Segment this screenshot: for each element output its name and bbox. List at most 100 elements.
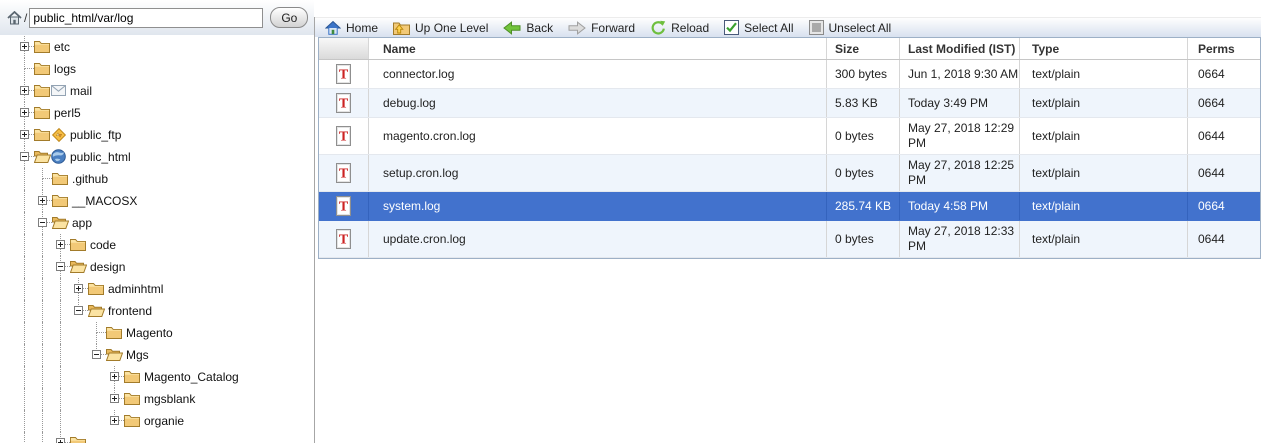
toolbar-button-back[interactable]: Back bbox=[503, 21, 553, 35]
expand-icon[interactable] bbox=[56, 240, 65, 249]
closed-folder-icon bbox=[124, 392, 140, 405]
file-row-setup.cron.log[interactable]: Tsetup.cron.log 0 bytes May 27, 2018 12:25… bbox=[319, 155, 1260, 192]
tree-item-__MACOSX[interactable]: __MACOSX bbox=[0, 190, 313, 212]
tree-item-frontend[interactable]: frontend bbox=[0, 300, 313, 322]
tree-guide-line bbox=[24, 344, 25, 366]
tree-item-app[interactable]: app bbox=[0, 212, 313, 234]
file-perms-cell: 0664 bbox=[1188, 60, 1260, 88]
tree-item-label: Magento bbox=[126, 326, 173, 340]
tree-item-mgsblank[interactable]: mgsblank bbox=[0, 388, 313, 410]
expand-icon[interactable] bbox=[20, 130, 29, 139]
file-modified: Today 4:58 PM bbox=[908, 198, 989, 213]
file-icon-cell: T bbox=[319, 89, 369, 117]
tree-guide-line bbox=[42, 178, 52, 179]
up-one-level-icon bbox=[393, 20, 411, 35]
file-type-cell: text/plain bbox=[1020, 221, 1188, 257]
tree-item-Mgs[interactable]: Mgs bbox=[0, 344, 313, 366]
file-perms-cell: 0644 bbox=[1188, 118, 1260, 154]
file-name-cell: connector.log bbox=[369, 60, 827, 88]
file-row-magento.cron.log[interactable]: Tmagento.cron.log 0 bytes May 27, 2018 12:… bbox=[319, 118, 1260, 155]
tree-guide-line bbox=[42, 366, 43, 388]
path-input[interactable] bbox=[29, 7, 264, 28]
tree-item-public_ftp[interactable]: public_ftp bbox=[0, 124, 313, 146]
file-type: text/plain bbox=[1032, 232, 1081, 246]
collapse-icon[interactable] bbox=[38, 218, 47, 227]
expand-icon[interactable] bbox=[20, 42, 29, 51]
expand-icon[interactable] bbox=[110, 416, 119, 425]
file-type: text/plain bbox=[1032, 199, 1081, 213]
go-button[interactable]: Go bbox=[270, 7, 309, 28]
tree-item-label: public_ftp bbox=[70, 128, 122, 142]
svg-text:T: T bbox=[339, 68, 349, 83]
tree-item-mail[interactable]: mail bbox=[0, 80, 313, 102]
tree-item-label: Magento_Catalog bbox=[144, 370, 239, 384]
tree-guide-line bbox=[60, 278, 61, 300]
toolbar-button-home[interactable]: Home bbox=[324, 20, 378, 35]
file-modified-cell: Today 4:58 PM bbox=[900, 192, 1020, 220]
expand-icon[interactable] bbox=[38, 196, 47, 205]
collapse-icon[interactable] bbox=[74, 306, 83, 315]
tree-guide-line bbox=[24, 300, 25, 322]
table-header-row: Name Size Last Modified (IST) Type Perms bbox=[319, 38, 1260, 60]
tree-guide-line bbox=[42, 410, 43, 432]
toolbar-button-reload[interactable]: Reload bbox=[650, 20, 709, 36]
file-row-system.log[interactable]: Tsystem.log 285.74 KB Today 4:58 PM text/pl… bbox=[319, 192, 1260, 221]
expand-icon[interactable] bbox=[20, 86, 29, 95]
expand-icon[interactable] bbox=[74, 284, 83, 293]
toolbar: Home Up One Level Back Forward Reload Select … bbox=[315, 17, 1261, 37]
column-header-perms[interactable]: Perms bbox=[1188, 38, 1260, 59]
file-row-debug.log[interactable]: Tdebug.log 5.83 KB Today 3:49 PM text/plain… bbox=[319, 89, 1260, 118]
toolbar-button-select-all[interactable]: Select All bbox=[724, 20, 794, 35]
expand-icon[interactable] bbox=[20, 108, 29, 117]
toolbar-button-forward[interactable]: Forward bbox=[568, 21, 635, 35]
file-row-connector.log[interactable]: Tconnector.log 300 bytes Jun 1, 2018 9:30 … bbox=[319, 60, 1260, 89]
tree-guide-line bbox=[24, 410, 25, 432]
text-file-icon: T bbox=[335, 163, 352, 183]
tree-item-logs[interactable]: logs bbox=[0, 58, 313, 80]
file-name-cell: magento.cron.log bbox=[369, 118, 827, 154]
unselect-all-icon bbox=[808, 20, 824, 35]
mail-icon bbox=[51, 85, 66, 96]
pane-divider[interactable] bbox=[314, 17, 315, 443]
tree-item-etc[interactable]: etc bbox=[0, 36, 313, 58]
tree-item-Magento_Catalog[interactable]: Magento_Catalog bbox=[0, 366, 313, 388]
tree-item-label: Mgs bbox=[126, 348, 149, 362]
file-icon-cell: T bbox=[319, 60, 369, 88]
expand-icon[interactable] bbox=[110, 372, 119, 381]
column-header-icon[interactable] bbox=[319, 38, 369, 59]
tree-guide-line bbox=[24, 256, 25, 278]
toolbar-button-up-one-level[interactable]: Up One Level bbox=[393, 20, 488, 35]
tree-item-adminhtml[interactable]: adminhtml bbox=[0, 278, 313, 300]
tree-guide-line bbox=[60, 410, 61, 432]
file-size: 300 bytes bbox=[835, 67, 888, 81]
home-small-icon bbox=[7, 10, 22, 25]
tree-item-organie[interactable]: organie bbox=[0, 410, 313, 432]
expand-icon[interactable] bbox=[56, 438, 65, 443]
tree-item-perl5[interactable]: perl5 bbox=[0, 102, 313, 124]
tree-item-Magento[interactable]: Magento bbox=[0, 322, 313, 344]
tree-item-public_html[interactable]: public_html bbox=[0, 146, 313, 168]
column-header-type[interactable]: Type bbox=[1020, 38, 1188, 59]
closed-folder-icon bbox=[124, 414, 140, 427]
tree-guide-line bbox=[42, 344, 43, 366]
column-header-name[interactable]: Name bbox=[369, 38, 827, 59]
expand-icon[interactable] bbox=[110, 394, 119, 403]
collapse-icon[interactable] bbox=[20, 152, 29, 161]
tree-item-code[interactable]: code bbox=[0, 234, 313, 256]
column-header-size[interactable]: Size bbox=[827, 38, 900, 59]
tree-item-design[interactable]: design bbox=[0, 256, 313, 278]
toolbar-button-unselect-all[interactable]: Unselect All bbox=[808, 20, 891, 35]
file-icon-cell: T bbox=[319, 155, 369, 191]
tree-guide-line bbox=[24, 234, 25, 256]
tree-guide-line bbox=[60, 300, 61, 322]
file-modified-cell: Today 3:49 PM bbox=[900, 89, 1020, 117]
collapse-icon[interactable] bbox=[56, 262, 65, 271]
column-header-last-modified-ist-[interactable]: Last Modified (IST) bbox=[900, 38, 1020, 59]
collapse-icon[interactable] bbox=[92, 350, 101, 359]
file-size-cell: 0 bytes bbox=[827, 118, 900, 154]
tree-item-.github[interactable]: .github bbox=[0, 168, 313, 190]
tree-item-folder[interactable] bbox=[0, 432, 313, 443]
tree-guide-line bbox=[96, 333, 97, 344]
file-row-update.cron.log[interactable]: Tupdate.cron.log 0 bytes May 27, 2018 12:3… bbox=[319, 221, 1260, 258]
file-modified-cell: Jun 1, 2018 9:30 AM bbox=[900, 60, 1020, 88]
